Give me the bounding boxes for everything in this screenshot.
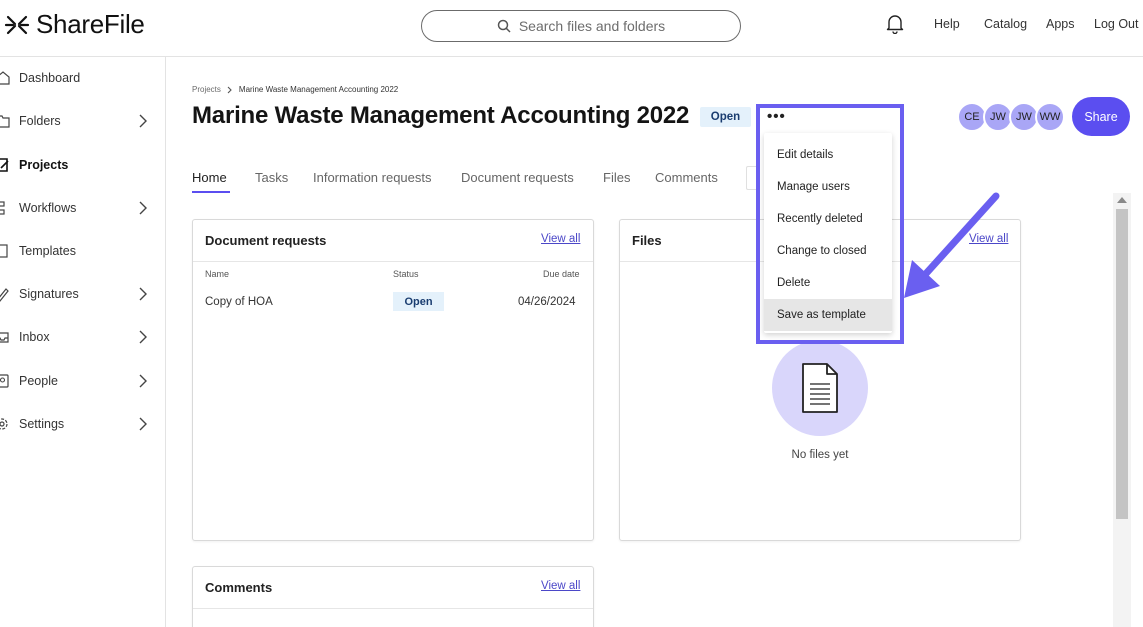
sidebar-item-label: Templates (19, 244, 76, 258)
tab-home[interactable]: Home (192, 170, 227, 185)
sidebar-item-people[interactable]: People (0, 366, 165, 396)
view-all-link[interactable]: View all (541, 580, 580, 592)
top-bar: ShareFile Search files and folders Help … (0, 0, 1143, 57)
chevron-right-icon (139, 114, 147, 128)
request-name[interactable]: Copy of HOA (205, 296, 273, 308)
active-tab-indicator (192, 191, 230, 193)
sidebar-item-label: Settings (19, 417, 65, 431)
sidebar: Dashboard Folders Projects Workflows Tem… (0, 57, 166, 627)
apps-link[interactable]: Apps (1046, 17, 1075, 31)
sidebar-item-projects[interactable]: Projects (0, 150, 165, 180)
document-icon (802, 363, 838, 413)
people-icon (0, 374, 9, 388)
sidebar-item-inbox[interactable]: Inbox (0, 322, 165, 352)
inbox-icon (0, 332, 9, 343)
signature-icon (0, 288, 9, 302)
projects-icon (0, 158, 9, 172)
sidebar-item-templates[interactable]: Templates (0, 236, 165, 266)
sidebar-item-label: People (19, 374, 58, 388)
logout-link[interactable]: Log Out (1094, 17, 1138, 31)
page-title: Marine Waste Management Accounting 2022 (192, 102, 690, 129)
sidebar-item-label: Workflows (19, 201, 77, 215)
tab-information-requests[interactable]: Information requests (313, 170, 432, 185)
scroll-up-arrow[interactable] (1117, 197, 1127, 203)
chevron-right-icon (139, 330, 147, 344)
search-icon (497, 19, 511, 33)
card-title: Document requests (205, 233, 327, 248)
card-title: Comments (205, 580, 273, 595)
tab-files[interactable]: Files (603, 170, 630, 185)
catalog-link[interactable]: Catalog (984, 17, 1027, 31)
chevron-right-icon (139, 287, 147, 301)
sharefile-logo-icon (4, 15, 30, 34)
chevron-right-icon (227, 86, 232, 93)
card-title: Files (632, 233, 662, 248)
comments-card: Comments View all (192, 566, 594, 627)
annotation-highlight-box (756, 104, 904, 344)
column-header-due-date: Due date (543, 269, 580, 279)
empty-files-illustration (772, 340, 868, 436)
chevron-right-icon (139, 417, 147, 431)
sidebar-item-workflows[interactable]: Workflows (0, 193, 165, 223)
scroll-thumb[interactable] (1116, 209, 1128, 519)
column-header-status: Status (393, 269, 419, 279)
sidebar-item-label: Folders (19, 114, 61, 128)
chevron-right-icon (139, 374, 147, 388)
sidebar-item-dashboard[interactable]: Dashboard (0, 63, 165, 93)
document-requests-card: Document requests View all Name Status D… (192, 219, 594, 541)
app-name: ShareFile (36, 9, 145, 39)
sidebar-item-folders[interactable]: Folders (0, 106, 165, 136)
chevron-right-icon (139, 201, 147, 215)
scrollbar[interactable] (1113, 193, 1131, 627)
empty-state-text: No files yet (791, 449, 849, 461)
due-date: 04/26/2024 (518, 296, 576, 308)
share-button[interactable]: Share (1072, 97, 1130, 136)
breadcrumb: Projects Marine Waste Management Account… (192, 85, 398, 94)
tab-comments[interactable]: Comments (655, 170, 718, 185)
status-badge: Open (700, 107, 751, 127)
sidebar-item-label: Projects (19, 158, 69, 172)
column-header-name: Name (205, 269, 230, 279)
bell-icon (886, 15, 904, 35)
annotation-arrow (904, 192, 1000, 298)
project-members: CE JW JW WW (957, 102, 1065, 132)
search-input[interactable]: Search files and folders (421, 10, 741, 42)
template-icon (0, 244, 8, 258)
sidebar-item-signatures[interactable]: Signatures (0, 279, 165, 309)
avatar[interactable]: WW (1035, 102, 1065, 132)
status-badge: Open (393, 292, 444, 311)
tab-tasks[interactable]: Tasks (255, 170, 288, 185)
notifications-button[interactable] (886, 14, 904, 39)
sidebar-item-label: Inbox (19, 330, 50, 344)
sidebar-item-label: Signatures (19, 287, 79, 301)
tab-document-requests[interactable]: Document requests (461, 170, 574, 185)
breadcrumb-current: Marine Waste Management Accounting 2022 (238, 85, 399, 94)
card-header: Comments View all (193, 567, 593, 609)
help-link[interactable]: Help (934, 17, 960, 31)
home-icon (0, 71, 10, 85)
sharefile-logo[interactable]: ShareFile (4, 9, 145, 40)
folder-icon (0, 115, 10, 128)
search-placeholder: Search files and folders (518, 18, 666, 34)
workflow-icon (0, 201, 5, 215)
gear-icon (0, 418, 8, 430)
sidebar-item-settings[interactable]: Settings (0, 409, 165, 439)
view-all-link[interactable]: View all (541, 233, 580, 245)
sidebar-item-label: Dashboard (19, 71, 81, 85)
card-header: Document requests View all (193, 220, 593, 262)
breadcrumb-parent[interactable]: Projects (192, 85, 221, 94)
